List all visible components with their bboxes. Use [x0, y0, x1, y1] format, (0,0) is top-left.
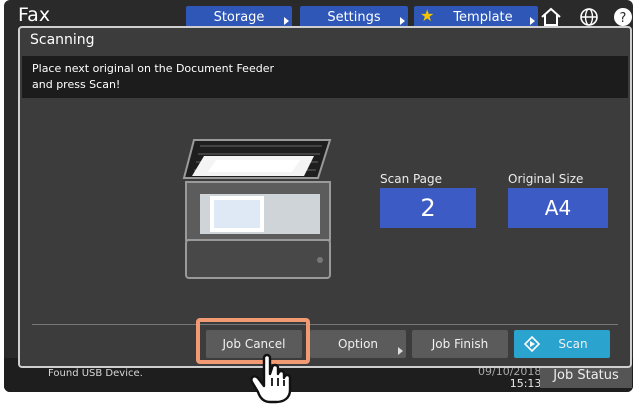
- dialog-title: Scanning: [30, 32, 95, 48]
- tab-arrow-icon: [284, 17, 289, 25]
- time-text: 15:13: [509, 377, 542, 390]
- message-line-1: Place next original on the Document Feed…: [32, 62, 274, 75]
- pointer-hand-icon: [250, 353, 292, 404]
- job-finish-button[interactable]: Job Finish: [412, 330, 508, 358]
- message-band: Place next original on the Document Feed…: [22, 56, 628, 98]
- scan-page-value: 2: [380, 188, 476, 228]
- app-title: Fax: [18, 4, 51, 26]
- svg-text:?: ?: [620, 11, 627, 26]
- original-size-label: Original Size: [508, 172, 584, 186]
- job-status-label: Job Status: [553, 367, 619, 383]
- tab-template[interactable]: ★ Template: [414, 6, 538, 28]
- tab-storage[interactable]: Storage: [186, 6, 292, 28]
- tab-template-label: Template: [453, 9, 513, 25]
- star-icon: ★: [420, 6, 435, 25]
- scanning-dialog: Scanning Place next original on the Docu…: [18, 26, 632, 368]
- tab-storage-label: Storage: [213, 9, 265, 25]
- option-label: Option: [337, 337, 379, 351]
- divider: [32, 324, 618, 325]
- tab-arrow-icon: [400, 17, 405, 25]
- tab-settings-label: Settings: [327, 9, 381, 25]
- datetime: 09/10/2018 15:13: [478, 366, 541, 390]
- option-arrow-icon: [398, 347, 403, 355]
- scan-label: Scan: [558, 337, 588, 351]
- original-size-text: A4: [544, 196, 572, 220]
- scan-page-number: 2: [420, 194, 436, 222]
- scan-button[interactable]: Scan: [514, 330, 610, 358]
- scanner-icon: [182, 139, 332, 279]
- message-line-2: and press Scan!: [32, 78, 121, 91]
- tab-settings[interactable]: Settings: [300, 6, 408, 28]
- job-finish-label: Job Finish: [431, 337, 489, 351]
- option-button[interactable]: Option: [310, 330, 406, 358]
- original-size-value: A4: [508, 188, 608, 228]
- status-message: Found USB Device.: [48, 368, 143, 379]
- scan-page-label: Scan Page: [380, 172, 443, 186]
- scan-start-icon: [524, 336, 540, 352]
- tab-arrow-icon: [530, 17, 535, 25]
